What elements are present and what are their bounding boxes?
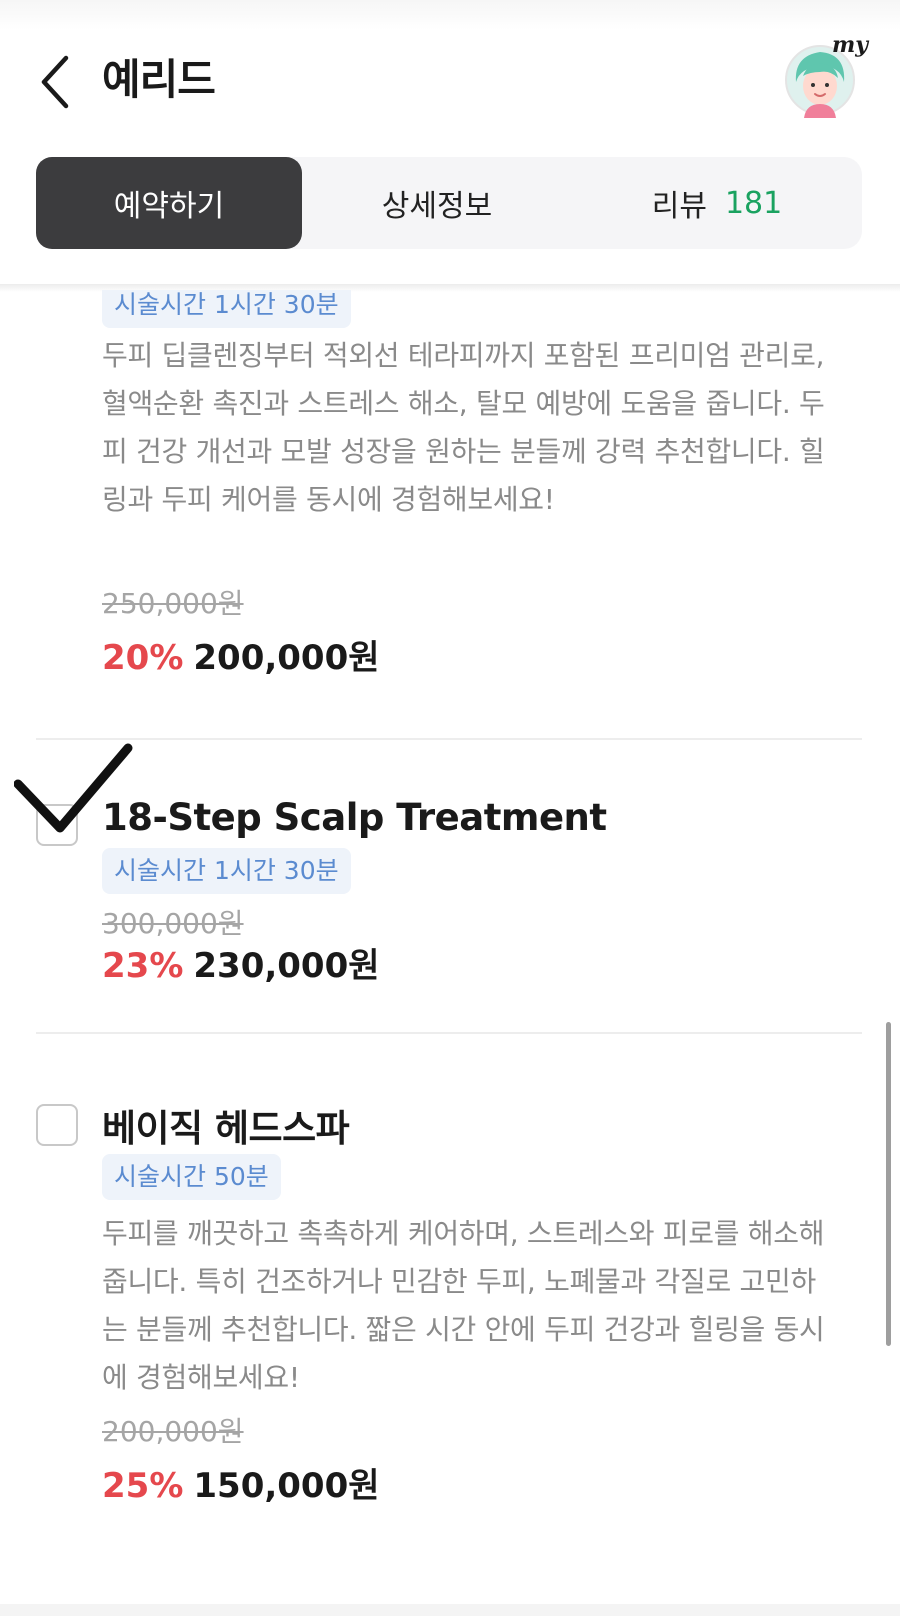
original-price: 200,000원	[102, 1415, 244, 1448]
header: 예리드 my	[0, 30, 900, 140]
tab-reservation[interactable]: 예약하기	[36, 157, 302, 249]
discount-rate: 20%	[102, 638, 184, 678]
sale-price-line: 25% 150,000원	[102, 1458, 380, 1507]
tab-details-label: 상세정보	[381, 189, 493, 224]
tab-reviews-label: 리뷰	[651, 189, 707, 224]
bottom-edge	[0, 1604, 900, 1616]
original-price: 300,000원	[102, 907, 244, 940]
discount-rate: 23%	[102, 946, 184, 986]
service-list: 시술시간 1시간 30분 두피 딥클렌징부터 적외선 테라피까지 포함된 프리미…	[0, 290, 900, 1616]
service-description: 두피 딥클렌징부터 적외선 테라피까지 포함된 프리미엄 관리로, 혈액순환 촉…	[102, 339, 825, 516]
page-title: 예리드	[102, 55, 216, 104]
service-checkbox[interactable]	[36, 804, 78, 846]
sale-price: 150,000원	[193, 1466, 380, 1506]
scrollbar[interactable]	[886, 1022, 891, 1346]
sale-price-line: 23% 230,000원	[102, 938, 380, 987]
service-name: 베이직 헤드스파	[102, 1107, 350, 1150]
duration-badge: 시술시간 50분	[102, 1154, 281, 1200]
tab-bar: 예약하기 상세정보 리뷰 181	[36, 157, 862, 249]
avatar-label: my	[832, 32, 869, 58]
service-item: 베이직 헤드스파 시술시간 50분 두피를 깨끗하고 촉촉하게 케어하며, 스트…	[0, 1034, 900, 1574]
duration-badge: 시술시간 1시간 30분	[102, 290, 351, 328]
service-item: 18-Step Scalp Treatment 시술시간 1시간 30분 300…	[0, 740, 900, 940]
service-name: 18-Step Scalp Treatment	[102, 796, 607, 839]
tab-details[interactable]: 상세정보	[302, 157, 572, 249]
duration-badge: 시술시간 1시간 30분	[102, 848, 351, 894]
status-area	[0, 0, 900, 30]
discount-rate: 25%	[102, 1466, 184, 1506]
sale-price: 230,000원	[193, 946, 380, 986]
sale-price-line: 20% 200,000원	[102, 630, 380, 679]
sale-price: 200,000원	[193, 638, 380, 678]
service-description: 두피를 깨끗하고 촉촉하게 케어하며, 스트레스와 피로를 해소해줍니다. 특히…	[102, 1217, 825, 1394]
service-checkbox[interactable]	[36, 1104, 78, 1146]
tab-reviews[interactable]: 리뷰 181	[572, 157, 862, 249]
back-arrow-icon[interactable]	[36, 54, 76, 110]
original-price: 250,000원	[102, 587, 244, 620]
tab-reservation-label: 예약하기	[113, 189, 225, 224]
avatar-icon[interactable]: my	[784, 32, 868, 118]
review-count: 181	[724, 185, 783, 221]
